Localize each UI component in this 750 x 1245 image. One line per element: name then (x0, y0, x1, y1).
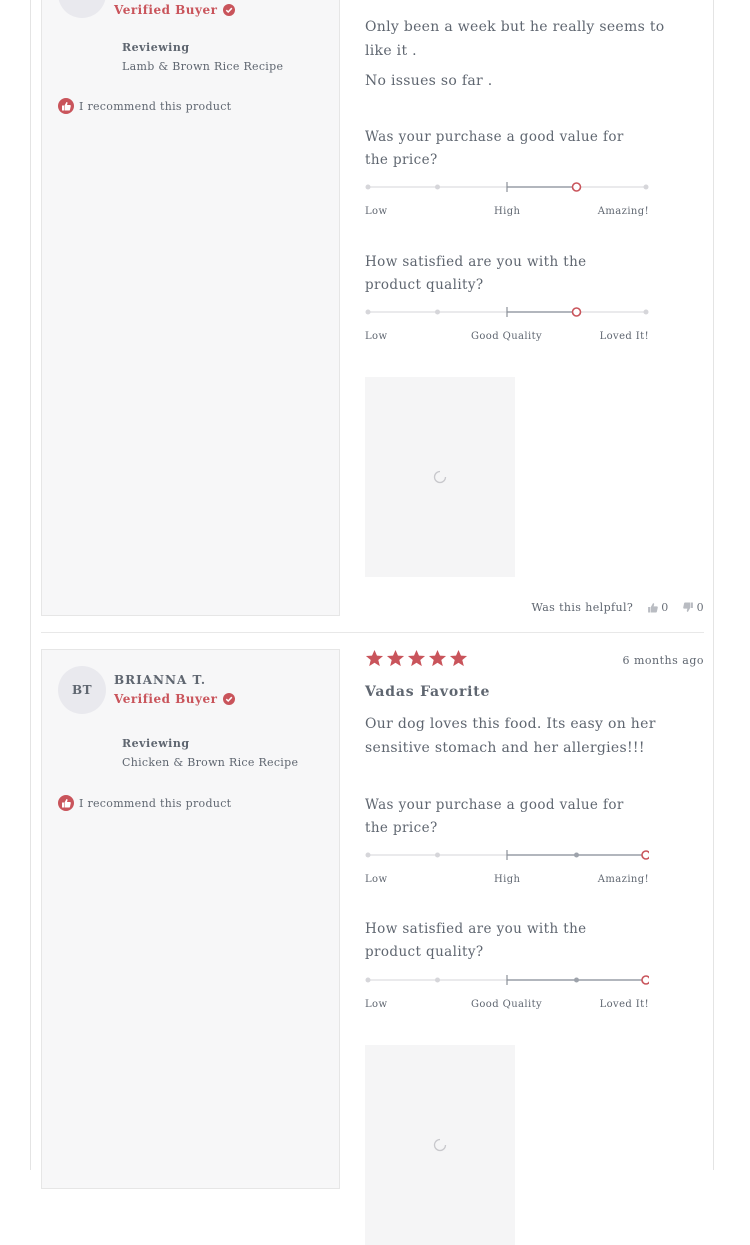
slider-step (365, 852, 371, 858)
slider-step (435, 309, 440, 315)
reviewed-product-link[interactable]: Chicken & Brown Rice Recipe (122, 756, 298, 769)
review-media-thumbnail[interactable] (365, 1045, 515, 1245)
review-author-panel: Verified Buyer Reviewing Lamb & Brown Ri… (41, 0, 340, 616)
verified-label: Verified Buyer (114, 692, 218, 706)
recommend-text: I recommend this product (79, 99, 232, 113)
verified-buyer-badge: Verified Buyer (114, 692, 236, 706)
quality-rating-slider (365, 306, 649, 318)
review-content: Only been a week but he really seems to … (365, 0, 704, 616)
scale-label-mid: Good Quality (471, 999, 543, 1010)
check-circle-icon (223, 693, 236, 705)
scale-label-mid: Good Quality (471, 331, 543, 342)
quality-question: How satisfied are you with the product q… (365, 254, 587, 293)
helpful-votes: Was this helpful? 0 0 (531, 601, 704, 614)
scale-label-low: Low (365, 874, 388, 885)
star-icon (449, 649, 468, 667)
recommend-text: I recommend this product (79, 796, 232, 810)
slider-step (365, 977, 371, 983)
review-card: BT BRIANNA T. Verified Buyer Reviewing C… (41, 649, 704, 1245)
slider-step (435, 977, 440, 983)
quality-rating-slider (365, 974, 649, 986)
slider-marker (571, 182, 582, 192)
thumbs-up-icon (648, 603, 658, 613)
scale-label-high: Loved It! (599, 999, 649, 1010)
scale-label-high: Loved It! (599, 331, 649, 342)
slider-marker (641, 850, 649, 860)
recommend-indicator: I recommend this product (58, 795, 231, 811)
spinner-icon (433, 1138, 447, 1152)
scale-label-low: Low (365, 206, 388, 217)
slider-step (435, 184, 440, 190)
review-media-thumbnail[interactable] (365, 377, 515, 577)
avatar (58, 0, 106, 18)
review-content: 6 months ago Vadas Favorite Our dog love… (365, 649, 704, 1245)
author-name: BRIANNA T. (114, 673, 207, 687)
slider-step (435, 852, 440, 858)
star-icon (407, 649, 426, 667)
value-question: Was your purchase a good value for the p… (365, 129, 624, 168)
verified-label: Verified Buyer (114, 3, 218, 17)
scale-label-mid: High (494, 206, 521, 217)
star-icon (386, 649, 405, 667)
vote-down-button[interactable]: 0 (682, 601, 704, 614)
thumbs-down-icon (682, 602, 693, 612)
star-icon (365, 649, 384, 667)
recommend-indicator: I recommend this product (58, 98, 231, 114)
review-body-paragraph: Only been a week but he really seems to … (365, 19, 665, 59)
slider-marker (571, 307, 582, 317)
review-divider (41, 632, 704, 633)
value-rating-slider (365, 181, 649, 193)
avatar: BT (58, 666, 106, 714)
verified-buyer-badge: Verified Buyer (114, 3, 236, 17)
value-question: Was your purchase a good value for the p… (365, 797, 624, 836)
value-rating-slider (365, 849, 649, 861)
slider-step (574, 977, 579, 983)
review-author-panel: BT BRIANNA T. Verified Buyer Reviewing C… (41, 649, 340, 1189)
scale-label-mid: High (494, 874, 521, 885)
review-body: Our dog loves this food. Its easy on her… (365, 712, 665, 766)
scale-label-low: Low (365, 331, 388, 342)
review-body-paragraph: Our dog loves this food. Its easy on her… (365, 716, 656, 756)
review-date: 6 months ago (622, 654, 704, 667)
scale-label-high: Amazing! (597, 206, 649, 217)
star-icon (428, 649, 447, 667)
check-circle-icon (223, 4, 236, 16)
thumbs-up-icon (58, 795, 74, 811)
slider-step (643, 184, 649, 190)
helpful-label: Was this helpful? (531, 601, 634, 614)
reviewing-label: Reviewing (122, 41, 190, 54)
vote-up-count: 0 (661, 601, 669, 614)
vote-up-button[interactable]: 0 (647, 601, 668, 614)
slider-marker (641, 975, 649, 985)
slider-step (365, 184, 371, 190)
review-body: Only been a week but he really seems to … (365, 15, 695, 99)
scale-label-low: Low (365, 999, 388, 1010)
review-body-paragraph: No issues so far . (365, 73, 493, 89)
slider-step (574, 852, 579, 858)
quality-question: How satisfied are you with the product q… (365, 921, 587, 960)
scale-label-high: Amazing! (597, 874, 649, 885)
slider-step (643, 309, 649, 315)
review-title: Vadas Favorite (365, 684, 491, 700)
reviewing-label: Reviewing (122, 737, 190, 750)
reviewed-product-link[interactable]: Lamb & Brown Rice Recipe (122, 60, 283, 73)
review-card: Verified Buyer Reviewing Lamb & Brown Ri… (41, 0, 704, 616)
slider-step (365, 309, 371, 315)
thumbs-up-icon (58, 98, 74, 114)
vote-down-count: 0 (696, 601, 704, 614)
star-rating (365, 649, 468, 668)
spinner-icon (433, 470, 447, 484)
